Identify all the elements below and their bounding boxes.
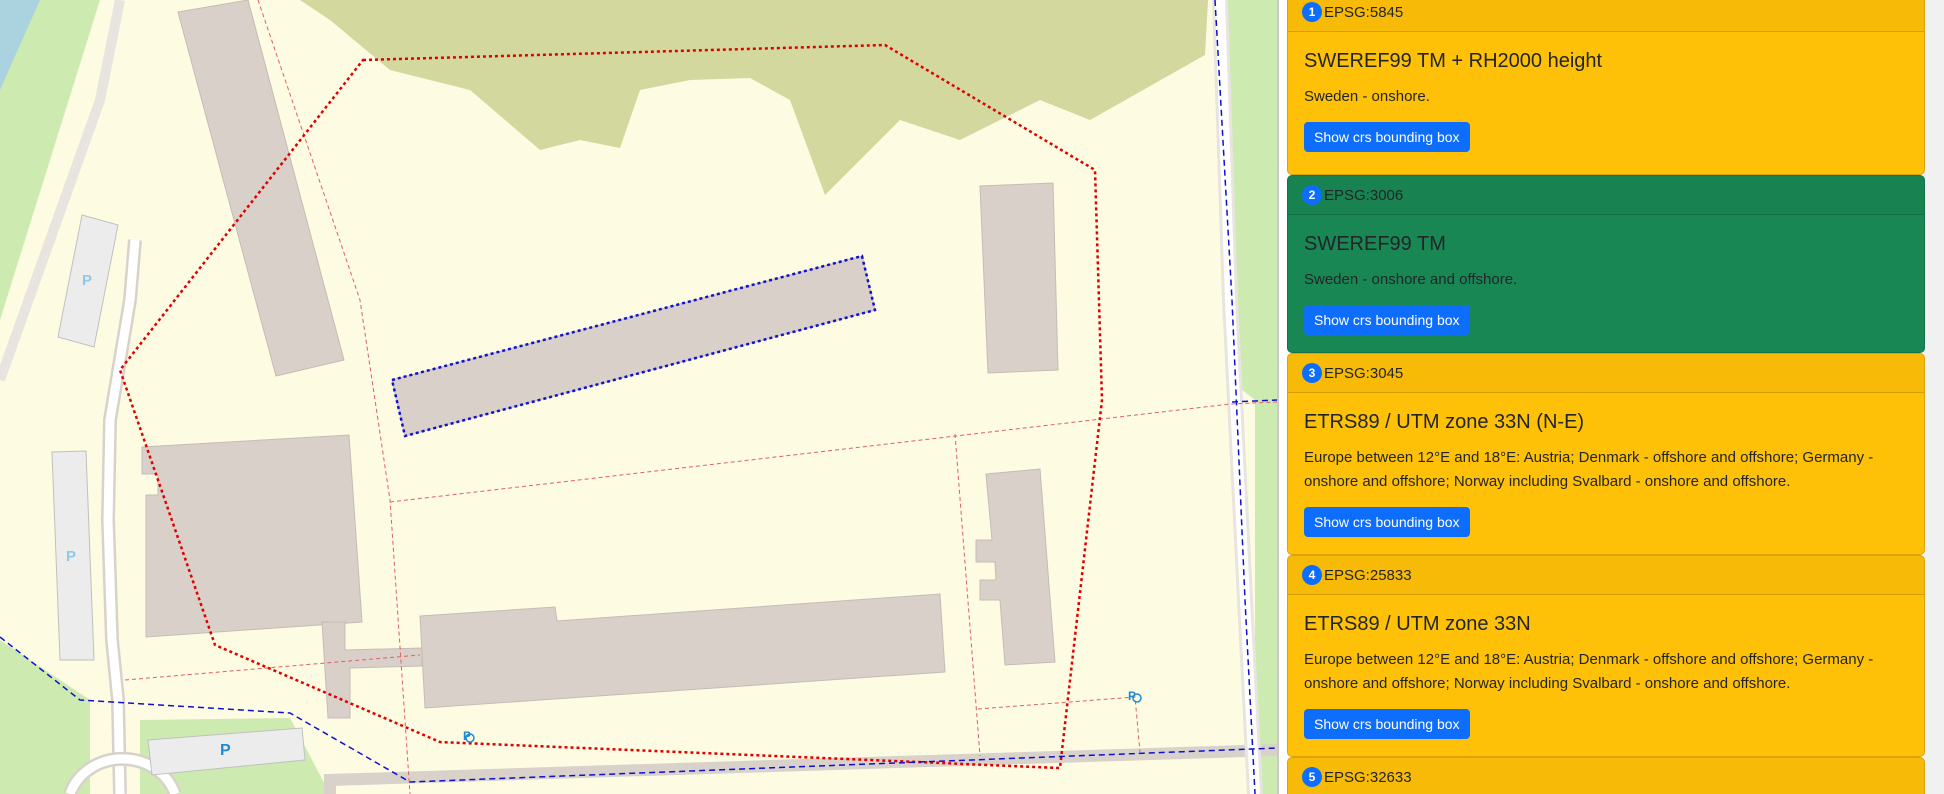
epsg-code: EPSG:25833 (1324, 566, 1412, 584)
boundary-line-2 (389, 401, 1277, 503)
card-header: 3 EPSG:3045 (1288, 354, 1924, 393)
building-7 (975, 468, 1056, 666)
crs-result-card: 4 EPSG:25833 ETRS89 / UTM zone 33N Europ… (1287, 555, 1925, 757)
parking-label: P (66, 548, 77, 565)
result-index-badge: 2 (1302, 185, 1322, 205)
show-bounding-box-button[interactable]: Show crs bounding box (1304, 305, 1470, 335)
wood-area (300, 0, 1208, 195)
result-index-badge: 4 (1302, 565, 1322, 585)
crs-title: SWEREF99 TM (1304, 233, 1446, 255)
building-5 (321, 621, 423, 719)
show-bounding-box-button[interactable]: Show crs bounding box (1304, 122, 1470, 152)
crs-result-card: 1 EPSG:5845 SWEREF99 TM + RH2000 height … (1287, 0, 1925, 175)
crs-description: Europe between 12°E and 18°E: Austria; D… (1304, 449, 1874, 490)
epsg-code: EPSG:5845 (1324, 3, 1404, 21)
boundary-line-4 (954, 433, 981, 757)
epsg-code: EPSG:3045 (1324, 364, 1404, 382)
building-1 (177, 0, 345, 377)
crs-title: ETRS89 / UTM zone 33N (N-E) (1304, 411, 1585, 433)
parking-label: P (220, 742, 231, 759)
building-6 (419, 593, 946, 709)
show-bounding-box-button[interactable]: Show crs bounding box (1304, 507, 1470, 537)
parking-label: P (82, 272, 93, 289)
card-header: 4 EPSG:25833 (1288, 556, 1924, 595)
crs-result-card: 5 EPSG:32633 (1287, 757, 1925, 794)
result-index-badge: 3 (1302, 363, 1322, 383)
card-header: 5 EPSG:32633 (1288, 758, 1924, 794)
epsg-code: EPSG:32633 (1324, 768, 1412, 786)
show-bounding-box-button[interactable]: Show crs bounding box (1304, 709, 1470, 739)
boundary-line-5 (977, 696, 1141, 753)
crs-title: SWEREF99 TM + RH2000 height (1304, 50, 1603, 72)
bus-stop-label: P (1128, 689, 1137, 703)
bus-stop-label: P (463, 729, 472, 743)
result-index-badge: 1 (1302, 2, 1322, 22)
result-index-badge: 5 (1302, 767, 1322, 787)
building-2 (391, 255, 876, 437)
epsg-code: EPSG:3006 (1324, 186, 1404, 204)
crs-title: ETRS89 / UTM zone 33N (1304, 613, 1531, 635)
card-header: 1 EPSG:5845 (1288, 0, 1924, 32)
building-3 (979, 182, 1059, 374)
scrollbar[interactable] (1924, 0, 1944, 794)
crs-description: Europe between 12°E and 18°E: Austria; D… (1304, 651, 1874, 692)
map-view[interactable]: P P P P P (0, 0, 1277, 794)
crs-description: Sweden - onshore and offshore. (1304, 271, 1518, 288)
crs-results-panel[interactable]: 1 EPSG:5845 SWEREF99 TM + RH2000 height … (1279, 0, 1944, 794)
card-header: 2 EPSG:3006 (1288, 176, 1924, 215)
crs-result-card-selected: 2 EPSG:3006 SWEREF99 TM Sweden - onshore… (1287, 175, 1925, 353)
crs-description: Sweden - onshore. (1304, 88, 1430, 105)
road-bottom (324, 744, 1277, 794)
crs-result-card: 3 EPSG:3045 ETRS89 / UTM zone 33N (N-E) … (1287, 353, 1925, 555)
building-4 (141, 434, 363, 638)
map-canvas[interactable] (0, 0, 1277, 794)
